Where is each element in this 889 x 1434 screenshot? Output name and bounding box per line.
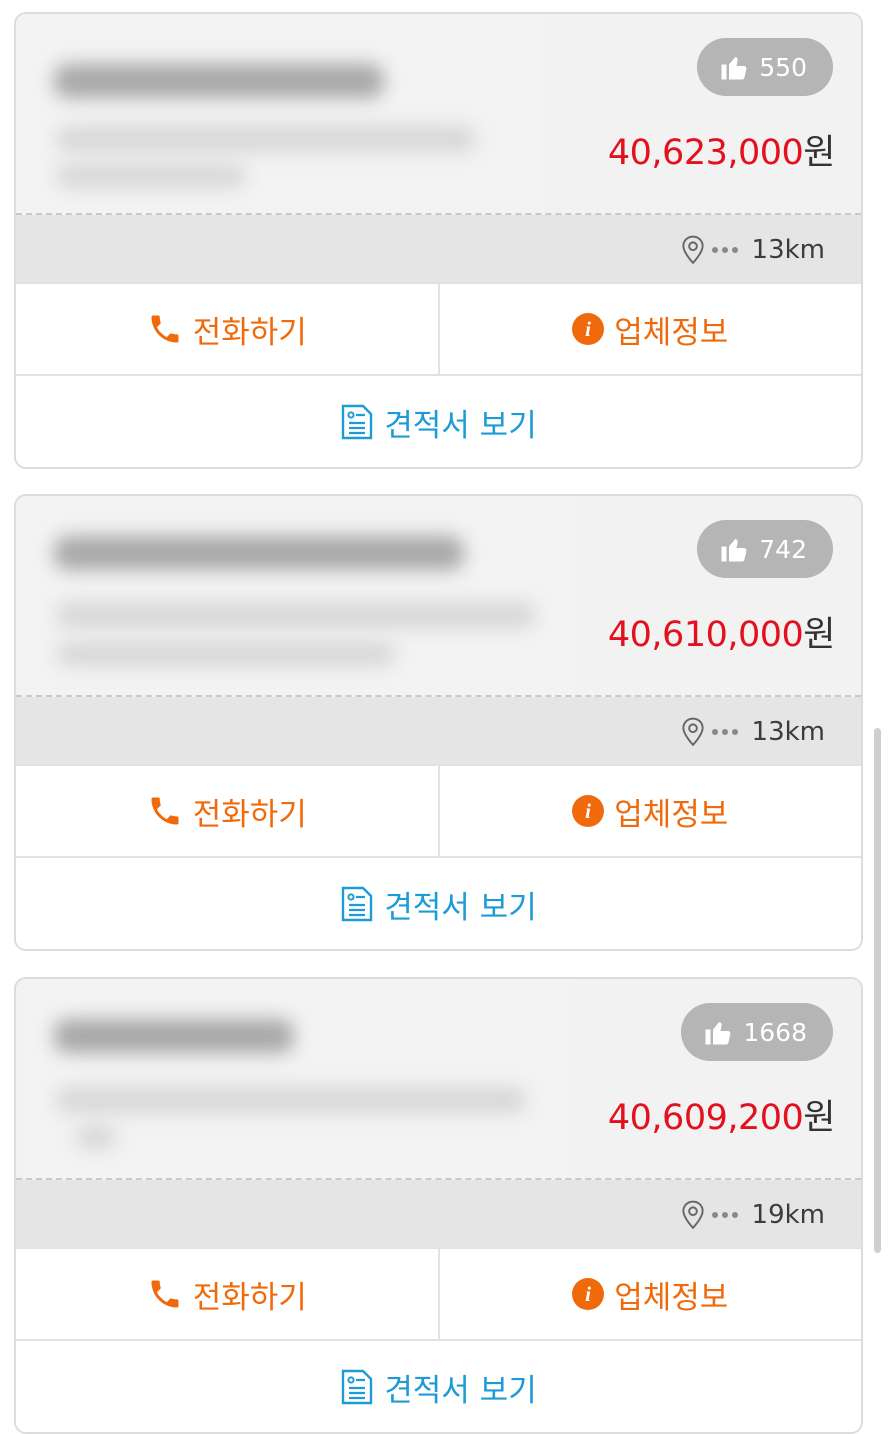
- view-quote-button[interactable]: 견적서 보기: [16, 376, 861, 467]
- location-row: 13km: [16, 215, 861, 282]
- map-pin-icon: [681, 1200, 704, 1230]
- thumbs-up-icon: [721, 57, 747, 80]
- info-label: 업체정보: [614, 796, 729, 833]
- info-label: 업체정보: [614, 314, 729, 351]
- map-pin-icon: [681, 235, 704, 265]
- distance-value: 13km: [751, 717, 825, 747]
- vendor-info-button[interactable]: i 업체정보: [440, 1249, 862, 1339]
- action-row: 전화하기 i 업체정보: [16, 1247, 861, 1339]
- scrollbar[interactable]: [874, 728, 881, 1253]
- ellipsis-icon: [711, 1212, 738, 1218]
- like-count: 550: [759, 52, 807, 82]
- listing-card: 742 40,610,000원 13km 전화하기 i 업체정보 견적서 보기: [14, 494, 863, 951]
- phone-icon: [151, 1280, 179, 1308]
- quote-label: 견적서 보기: [384, 407, 537, 444]
- document-icon: [342, 404, 373, 440]
- info-icon: i: [572, 1278, 605, 1310]
- map-pin-icon: [681, 717, 704, 747]
- view-quote-button[interactable]: 견적서 보기: [16, 858, 861, 949]
- info-label: 업체정보: [614, 1279, 729, 1316]
- price-amount: 40,623,000: [607, 133, 804, 173]
- ellipsis-icon: [711, 247, 738, 253]
- phone-icon: [151, 315, 179, 343]
- phone-icon: [151, 797, 179, 825]
- like-count: 1668: [743, 1017, 807, 1047]
- info-icon: i: [572, 313, 605, 345]
- quote-label: 견적서 보기: [384, 889, 537, 926]
- svg-text:i: i: [585, 317, 591, 341]
- svg-text:i: i: [585, 1282, 591, 1306]
- price: 40,610,000원: [607, 606, 836, 657]
- action-row: 전화하기 i 업체정보: [16, 282, 861, 374]
- location-row: 13km: [16, 697, 861, 764]
- action-row: 전화하기 i 업체정보: [16, 764, 861, 856]
- call-label: 전화하기: [192, 1279, 307, 1316]
- listing-card: 1668 40,609,200원 19km 전화하기 i 업체정보 견적서 보기: [14, 977, 863, 1434]
- distance-info: 13km: [680, 717, 825, 747]
- price-unit: 원: [803, 133, 835, 173]
- price: 40,623,000원: [607, 124, 836, 175]
- price-unit: 원: [803, 615, 835, 655]
- document-icon: [342, 886, 373, 922]
- thumbs-up-icon: [721, 539, 747, 562]
- price-amount: 40,609,200: [607, 1098, 804, 1138]
- view-quote-button[interactable]: 견적서 보기: [16, 1341, 861, 1432]
- price-amount: 40,610,000: [607, 615, 804, 655]
- call-button[interactable]: 전화하기: [16, 1249, 440, 1339]
- distance-info: 19km: [680, 1200, 825, 1230]
- distance-value: 13km: [751, 235, 825, 265]
- listing-summary[interactable]: 550 40,623,000원: [16, 14, 861, 282]
- vendor-info-button[interactable]: i 업체정보: [440, 284, 862, 374]
- quote-row: 견적서 보기: [16, 1339, 861, 1431]
- info-icon: i: [572, 795, 605, 827]
- thumbs-up-icon: [705, 1022, 731, 1045]
- quote-row: 견적서 보기: [16, 856, 861, 948]
- like-badge[interactable]: 742: [697, 520, 833, 578]
- listing-card: 550 40,623,000원 13km 전화하기 i 업체정보 견적서 보기: [14, 12, 863, 469]
- call-label: 전화하기: [192, 314, 307, 351]
- like-count: 742: [759, 534, 807, 564]
- price-unit: 원: [803, 1098, 835, 1138]
- document-icon: [342, 1369, 373, 1405]
- like-badge[interactable]: 1668: [681, 1003, 833, 1061]
- call-label: 전화하기: [192, 796, 307, 833]
- location-row: 19km: [16, 1180, 861, 1247]
- listing-summary[interactable]: 742 40,610,000원: [16, 496, 861, 764]
- distance-info: 13km: [680, 235, 825, 265]
- quote-label: 견적서 보기: [384, 1372, 537, 1409]
- distance-value: 19km: [751, 1200, 825, 1230]
- call-button[interactable]: 전화하기: [16, 284, 440, 374]
- quote-row: 견적서 보기: [16, 374, 861, 466]
- call-button[interactable]: 전화하기: [16, 766, 440, 856]
- price: 40,609,200원: [607, 1089, 836, 1140]
- ellipsis-icon: [711, 729, 738, 735]
- svg-text:i: i: [585, 799, 591, 823]
- like-badge[interactable]: 550: [697, 38, 833, 96]
- listing-summary[interactable]: 1668 40,609,200원: [16, 979, 861, 1247]
- vendor-info-button[interactable]: i 업체정보: [440, 766, 862, 856]
